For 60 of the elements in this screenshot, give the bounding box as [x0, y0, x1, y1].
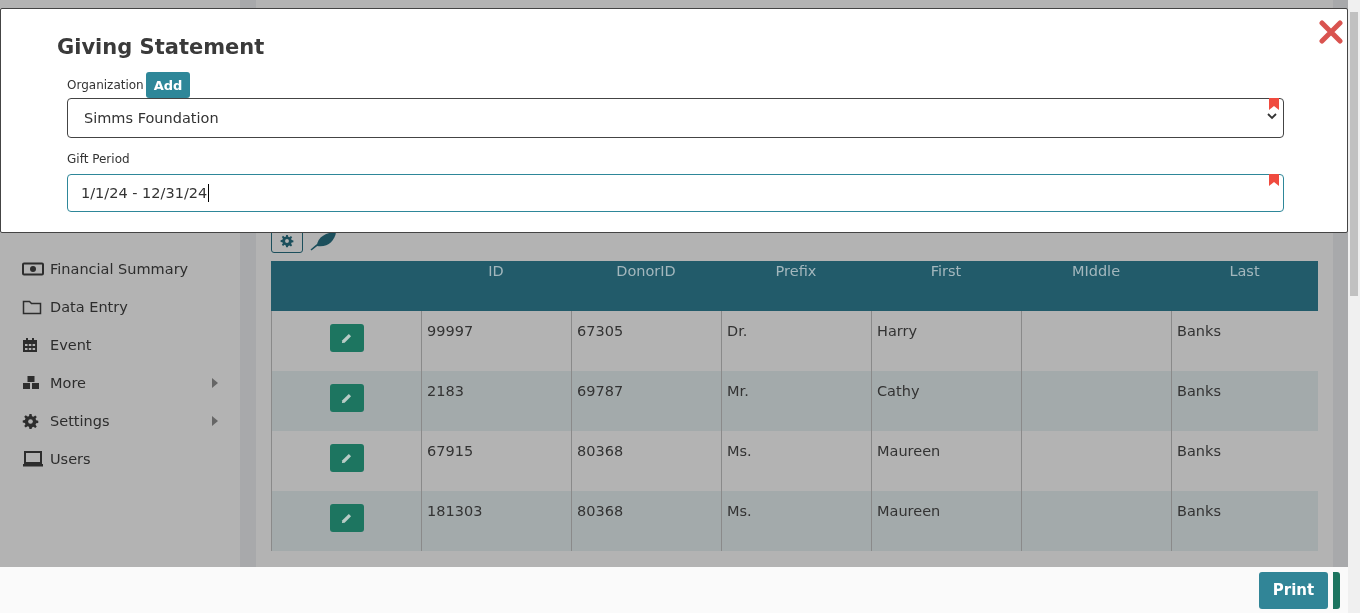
table-cell: Dr.	[727, 323, 748, 339]
sidebar-item[interactable]: Users	[0, 440, 240, 478]
folder-icon	[22, 299, 42, 315]
scrollbar-thumb[interactable]	[1350, 12, 1358, 296]
table-cell: 181303	[427, 503, 483, 519]
table-cell: Maureen	[877, 443, 941, 459]
select-field[interactable]: Simms Foundation	[67, 98, 1284, 138]
pencil-icon	[341, 332, 352, 344]
column-header: MIddle	[1070, 262, 1122, 281]
pencil-icon	[341, 452, 352, 464]
edit-button[interactable]	[329, 444, 364, 472]
column-header: First	[929, 262, 963, 281]
chevron-icon	[1267, 113, 1277, 120]
table-cell: 2183	[427, 383, 464, 399]
edit-button[interactable]	[329, 384, 364, 412]
table-cell: Banks	[1177, 383, 1221, 399]
table-cell: Banks	[1177, 323, 1221, 339]
table-cell: Banks	[1177, 443, 1221, 459]
cubes-icon	[22, 375, 40, 391]
print-button[interactable]: Print	[1259, 571, 1328, 609]
pencil-icon	[341, 392, 352, 404]
table-cell: 99997	[427, 323, 474, 339]
column-header: Prefix	[774, 262, 818, 281]
sidebar-item[interactable]: Financial Summary	[0, 250, 240, 288]
partial-button[interactable]	[1333, 571, 1340, 609]
calendar-icon	[22, 337, 38, 353]
laptop-icon	[22, 451, 44, 467]
sidebar-item[interactable]: Settings	[0, 402, 240, 440]
field-label: Organization	[67, 78, 144, 92]
close-icon[interactable]	[1319, 20, 1343, 44]
column-header: ID	[487, 262, 505, 281]
table-cell: 69787	[577, 383, 624, 399]
column-header: DonorID	[615, 262, 677, 281]
scrollbar[interactable]	[1348, 0, 1360, 613]
sidebar-item[interactable]: More	[0, 364, 240, 402]
table-cell: Ms.	[727, 503, 752, 519]
edit-button[interactable]	[329, 324, 364, 352]
sidebar-item[interactable]: Data Entry	[0, 288, 240, 326]
pencil-icon	[341, 512, 352, 524]
table-cell: Harry	[877, 323, 918, 339]
table-cell: Maureen	[877, 503, 941, 519]
edit-button[interactable]	[329, 504, 364, 532]
table-cell: 67305	[577, 323, 624, 339]
sidebar-item[interactable]: Event	[0, 326, 240, 364]
leaf-icon[interactable]	[309, 230, 337, 251]
input-field[interactable]: 1/1/24 - 12/31/24	[67, 174, 1284, 212]
table-cell: Cathy	[877, 383, 920, 399]
table-cell: Banks	[1177, 503, 1221, 519]
table-cell: Ms.	[727, 443, 752, 459]
column-header: Last	[1228, 262, 1261, 281]
field-label: Gift Period	[67, 152, 130, 166]
table-cell: Mr.	[727, 383, 749, 399]
add-button[interactable]: Add	[145, 72, 191, 98]
dialog-title: Giving Statement	[57, 35, 266, 59]
gear-icon	[280, 233, 294, 248]
gear-icon	[22, 412, 39, 430]
table-cell: 67915	[427, 443, 474, 459]
table-cell: 80368	[577, 443, 624, 459]
table-cell: 80368	[577, 503, 624, 519]
banknote-icon	[22, 262, 44, 276]
